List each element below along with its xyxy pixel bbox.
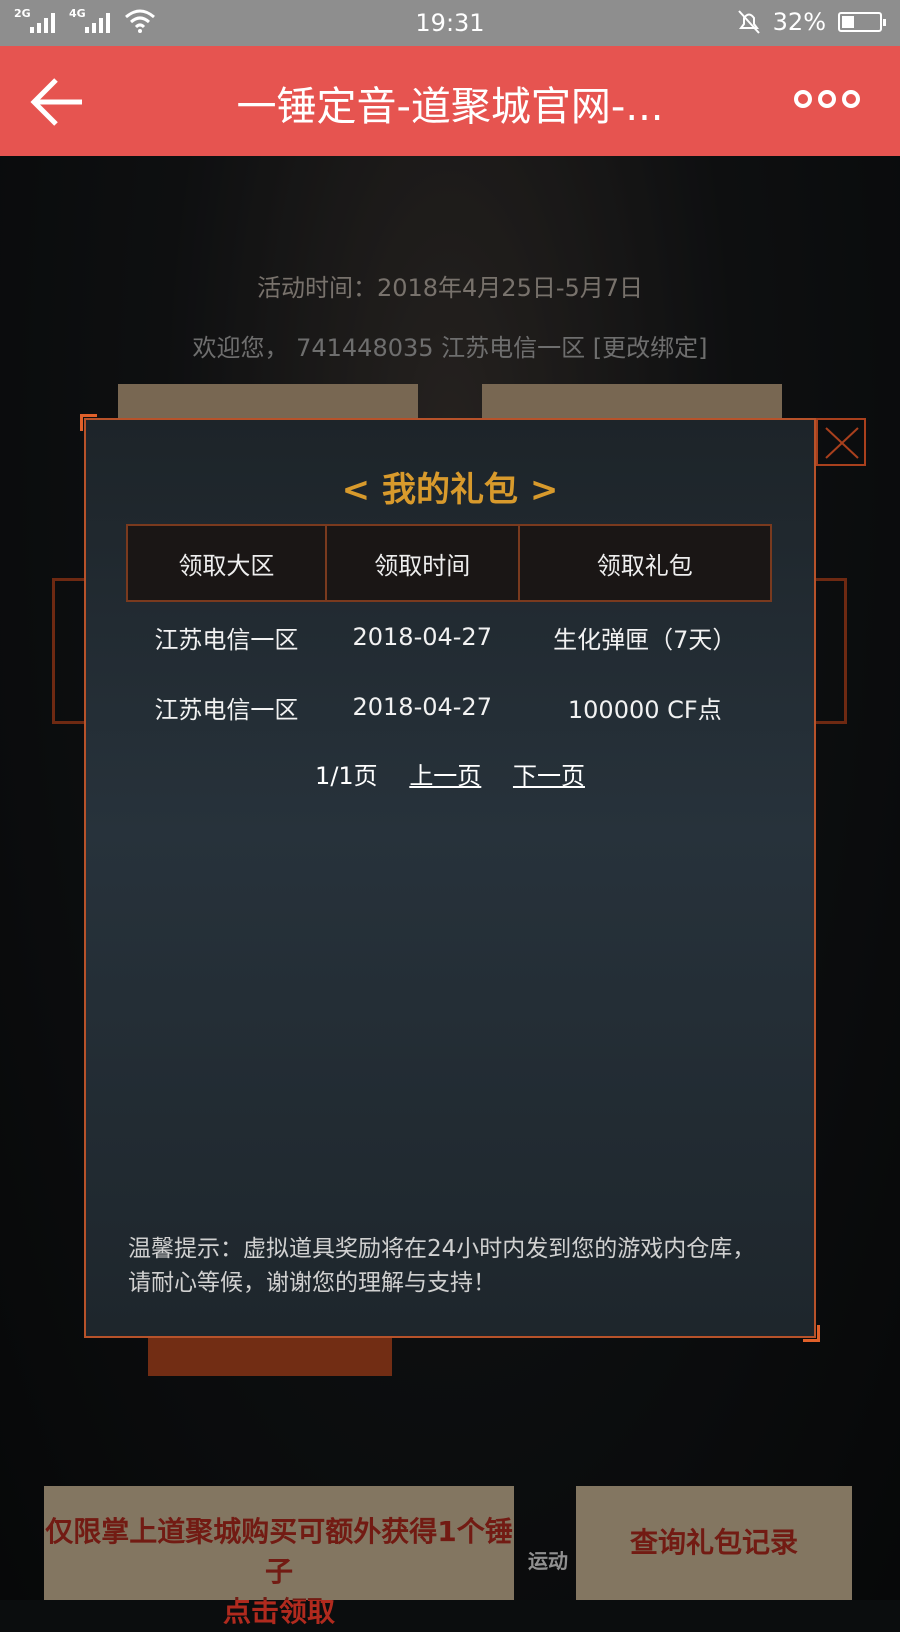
table-row: 江苏电信一区 2018-04-27 生化弹匣（7天） [127,601,771,672]
cell-time: 2018-04-27 [352,693,492,721]
header-region: 领取大区 [126,524,327,602]
close-button[interactable] [816,418,866,466]
corner-decoration [803,1325,820,1342]
my-gifts-modal: < 我的礼包 > 领取大区 领取时间 领取礼包 江苏电信一区 2018-04-2… [80,414,820,1342]
next-page-link[interactable]: 下一页 [513,762,585,790]
gift-table: 领取大区 领取时间 领取礼包 江苏电信一区 2018-04-27 生化弹匣（7天… [126,524,773,742]
cell-region: 江苏电信一区 [154,695,299,724]
table-row: 江苏电信一区 2018-04-27 100000 CF点 [127,672,771,742]
page-title: 一锤定音-道聚城官网-... [236,84,664,130]
prev-page-link[interactable]: 上一页 [409,762,481,790]
cell-gift: 100000 CF点 [567,695,722,724]
title-bar: 一锤定音-道聚城官网-... [0,46,900,156]
modal-title: < 我的礼包 > [341,470,559,510]
battery-icon [838,12,886,32]
pagination: 1/1页 上一页 下一页 [86,756,814,791]
mute-bell-icon [737,10,760,34]
cell-gift: 生化弹匣（7天） [553,625,737,654]
header-gift: 领取礼包 [517,524,773,602]
cell-time: 2018-04-27 [352,623,492,651]
table-header-row: 领取大区 领取时间 领取礼包 [126,524,773,602]
status-right: 32% [737,8,886,36]
back-arrow-icon[interactable] [28,74,88,130]
cell-region: 江苏电信一区 [154,625,299,654]
status-bar: 2G 4G 19:31 32% [0,0,900,46]
corner-decoration [80,414,97,431]
close-icon [825,427,859,459]
battery-percent: 32% [772,8,826,36]
more-menu-icon[interactable] [794,90,860,108]
page-indicator: 1/1页 [315,762,378,790]
header-time: 领取时间 [324,524,520,602]
tip-text: 温馨提示：虚拟道具奖励将在24小时内发到您的游戏内仓库，请耐心等候，谢谢您的理解… [128,1236,756,1296]
